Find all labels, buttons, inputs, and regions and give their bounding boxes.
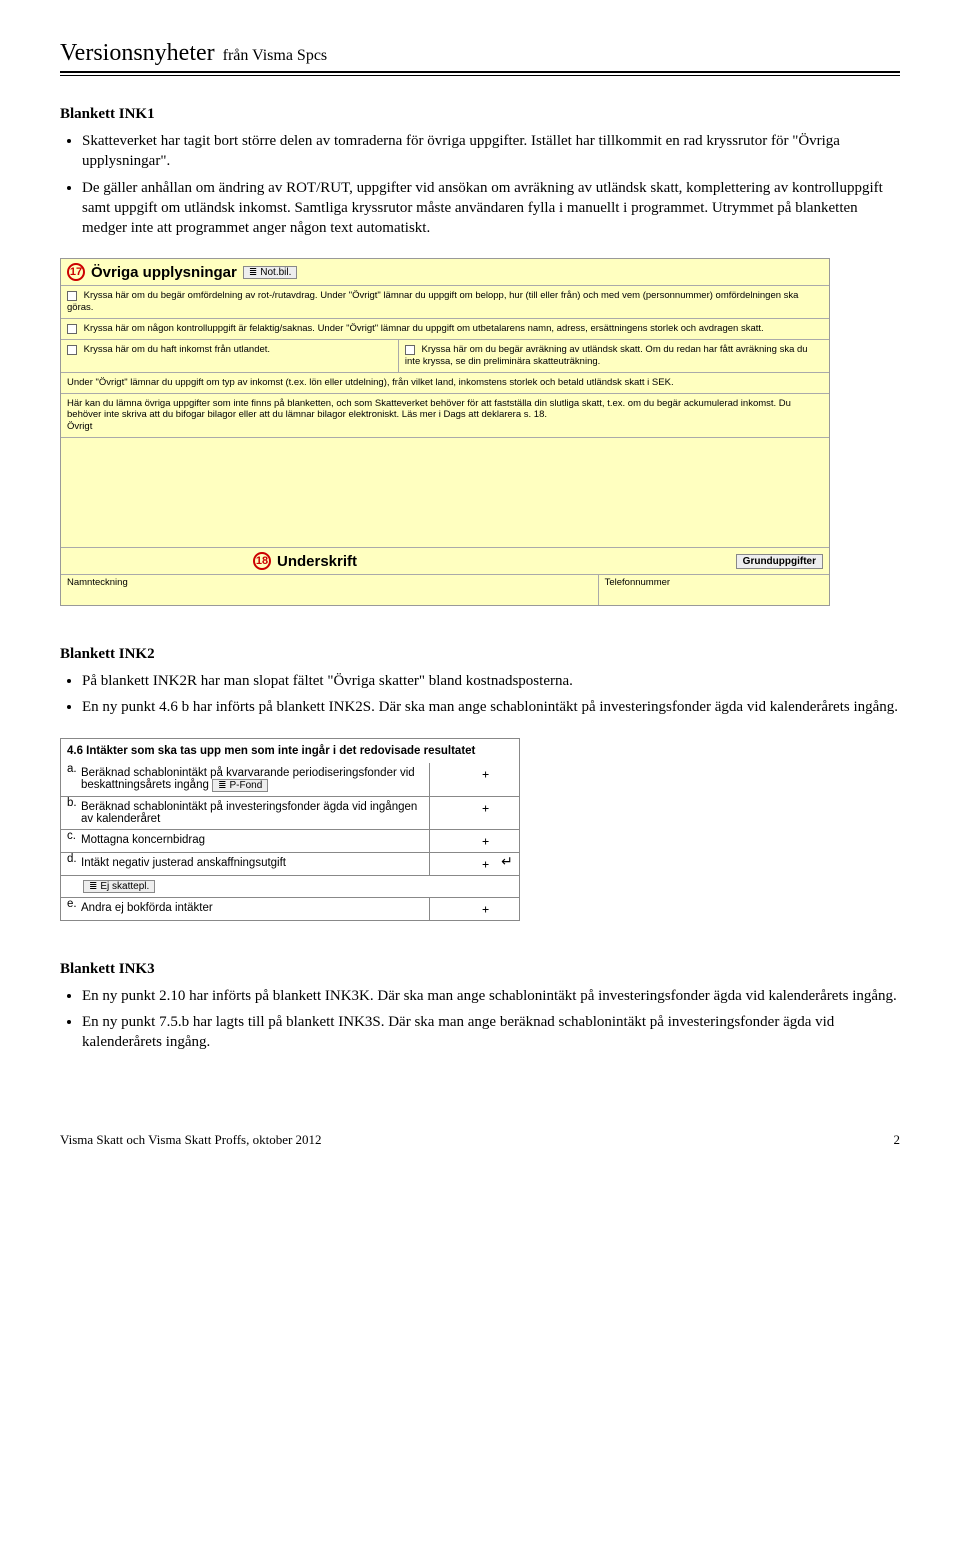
ink2-row-e: e. Andra ej bokförda intäkter + bbox=[61, 898, 519, 920]
form17-wrap: 17 Övriga upplysningar ≣ Not.bil. Kryssa… bbox=[60, 258, 900, 606]
page-footer: Visma Skatt och Visma Skatt Proffs, okto… bbox=[60, 1132, 900, 1148]
footer-left: Visma Skatt och Visma Skatt Proffs, okto… bbox=[60, 1132, 322, 1148]
section-title-ink3: Blankett INK3 bbox=[60, 961, 900, 978]
form17-box: 17 Övriga upplysningar ≣ Not.bil. Kryssa… bbox=[60, 258, 830, 606]
ink2-c-plus[interactable]: + bbox=[429, 830, 495, 852]
section-title-ink2: Blankett INK2 bbox=[60, 646, 900, 663]
ink3-bullet-list: En ny punkt 2.10 har införts på blankett… bbox=[60, 986, 900, 1053]
ink2-a-plus[interactable]: + bbox=[429, 763, 495, 796]
form17-row3-under: Under "Övrigt" lämnar du uppgift om typ … bbox=[61, 373, 829, 394]
ink2-c-label: c. bbox=[61, 830, 81, 852]
ink2-e-plus[interactable]: + bbox=[429, 898, 495, 920]
ink2-b-text: Beräknad schablonintäkt på investeringsf… bbox=[81, 797, 429, 829]
ej-skattepl-button[interactable]: ≣ Ej skattepl. bbox=[83, 880, 155, 893]
ink2-d-text: Intäkt negativ justerad anskaffningsutgi… bbox=[81, 853, 429, 875]
form17-number-icon: 17 bbox=[67, 263, 85, 281]
ink2-e-text: Andra ej bokförda intäkter bbox=[81, 898, 429, 920]
form18-wrap: 18 Underskrift Grunduppgifter Namnteckni… bbox=[61, 548, 829, 605]
header-rule-thin bbox=[60, 75, 900, 76]
phone-field-label[interactable]: Telefonnummer bbox=[599, 575, 829, 605]
checkbox[interactable] bbox=[67, 324, 77, 334]
page-number: 2 bbox=[894, 1132, 901, 1148]
ink1-bullet-2: De gäller anhållan om ändring av ROT/RUT… bbox=[82, 178, 900, 239]
page-header: Versionsnyheter från Visma Spcs bbox=[60, 40, 900, 67]
header-title: Versionsnyheter bbox=[60, 40, 215, 67]
ink2-c-text: Mottagna koncernbidrag bbox=[81, 830, 429, 852]
form17-row3: Kryssa här om du haft inkomst från utlan… bbox=[61, 340, 829, 373]
header-rule-thick bbox=[60, 71, 900, 73]
ink3-bullet-1: En ny punkt 2.10 har införts på blankett… bbox=[82, 986, 900, 1006]
ink2-e-label: e. bbox=[61, 898, 81, 920]
name-field-label[interactable]: Namnteckning bbox=[61, 575, 599, 605]
form18-title: Underskrift bbox=[277, 553, 357, 570]
ink2-row-b: b. Beräknad schablonintäkt på investerin… bbox=[61, 797, 519, 830]
form17-row3-left: Kryssa här om du haft inkomst från utlan… bbox=[84, 344, 270, 355]
ink2-ejskat-row: ≣ Ej skattepl. bbox=[61, 876, 519, 898]
ink2-a-label: a. bbox=[61, 763, 81, 796]
grunduppgifter-button[interactable]: Grunduppgifter bbox=[736, 554, 823, 569]
checkbox[interactable] bbox=[67, 345, 77, 355]
form17-ovrigt-label: Övrigt bbox=[67, 421, 92, 432]
form17-row1: Kryssa här om du begär omfördelning av r… bbox=[61, 286, 829, 319]
ink2-form-wrap: 4.6 Intäkter som ska tas upp men som int… bbox=[60, 738, 900, 921]
notbil-button[interactable]: ≣ Not.bil. bbox=[243, 266, 298, 279]
ink2-d-plus[interactable]: + bbox=[429, 853, 495, 875]
ink2-form-box: 4.6 Intäkter som ska tas upp men som int… bbox=[60, 738, 520, 921]
section-title-ink1: Blankett INK1 bbox=[60, 106, 900, 123]
ink3-bullet-2: En ny punkt 7.5.b har lagts till på blan… bbox=[82, 1012, 900, 1053]
form17-row2: Kryssa här om någon kontrolluppgift är f… bbox=[61, 319, 829, 340]
form18-number-icon: 18 bbox=[253, 552, 271, 570]
form18-sign-row: Namnteckning Telefonnummer bbox=[61, 575, 829, 605]
ink2-bullet-list: På blankett INK2R har man slopat fältet … bbox=[60, 671, 900, 718]
form17-row4: Här kan du lämna övriga uppgifter som in… bbox=[61, 394, 829, 439]
enter-arrow-icon[interactable]: ↵ bbox=[495, 853, 519, 875]
list-icon: ≣ bbox=[218, 780, 226, 791]
form17-textarea[interactable] bbox=[61, 438, 829, 548]
header-subtitle: från Visma Spcs bbox=[223, 47, 328, 65]
checkbox[interactable] bbox=[405, 345, 415, 355]
ink1-bullet-1: Skatteverket har tagit bort större delen… bbox=[82, 131, 900, 172]
form17-row2-text: Kryssa här om någon kontrolluppgift är f… bbox=[84, 323, 764, 334]
form17-row3-right: Kryssa här om du begär avräkning av utlä… bbox=[405, 344, 808, 367]
form17-row4-text: Här kan du lämna övriga uppgifter som in… bbox=[67, 398, 791, 421]
form17-title: Övriga upplysningar bbox=[91, 264, 237, 281]
form17-row1-text: Kryssa här om du begär omfördelning av r… bbox=[67, 290, 798, 313]
ink2-b-plus[interactable]: + bbox=[429, 797, 495, 829]
ink2-d-label: d. bbox=[61, 853, 81, 875]
ink1-bullet-list: Skatteverket har tagit bort större delen… bbox=[60, 131, 900, 238]
ink2-bullet-2: En ny punkt 4.6 b har införts på blanket… bbox=[82, 697, 900, 717]
checkbox[interactable] bbox=[67, 291, 77, 301]
notbil-label: Not.bil. bbox=[260, 267, 291, 278]
list-icon: ≣ bbox=[249, 267, 257, 278]
ink2-row-d: d. Intäkt negativ justerad anskaffningsu… bbox=[61, 853, 519, 876]
pfond-button[interactable]: ≣ P-Fond bbox=[212, 779, 268, 792]
ink2-row-c: c. Mottagna koncernbidrag + bbox=[61, 830, 519, 853]
ink2-bullet-1: På blankett INK2R har man slopat fältet … bbox=[82, 671, 900, 691]
list-icon: ≣ bbox=[89, 881, 97, 892]
ink2-b-label: b. bbox=[61, 797, 81, 829]
ink2-form-head: 4.6 Intäkter som ska tas upp men som int… bbox=[61, 739, 519, 763]
ink2-row-a: a. Beräknad schablonintäkt på kvarvarand… bbox=[61, 763, 519, 797]
